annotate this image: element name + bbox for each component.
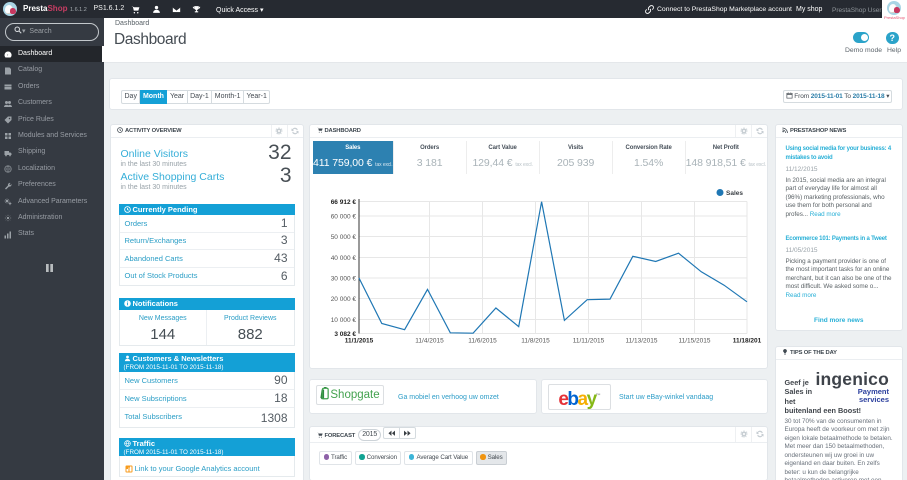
svg-text:Sales: Sales	[726, 190, 743, 197]
svg-text:11/4/2015: 11/4/2015	[415, 338, 444, 345]
svg-text:10 000 €: 10 000 €	[331, 317, 357, 324]
svg-text:11/8/2015: 11/8/2015	[521, 338, 550, 345]
svg-text:60 000 €: 60 000 €	[331, 214, 357, 221]
svg-text:20 000 €: 20 000 €	[331, 296, 357, 303]
svg-text:11/6/2015: 11/6/2015	[468, 338, 497, 345]
svg-text:11/11/2015: 11/11/2015	[573, 338, 605, 345]
svg-text:11/13/2015: 11/13/2015	[625, 338, 657, 345]
svg-text:30 000 €: 30 000 €	[331, 276, 357, 283]
svg-text:40 000 €: 40 000 €	[331, 255, 357, 262]
svg-text:11/1/2015: 11/1/2015	[345, 338, 374, 345]
svg-text:66 912 €: 66 912 €	[331, 199, 357, 206]
svg-text:11/18/201: 11/18/201	[733, 338, 762, 345]
svg-text:50 000 €: 50 000 €	[331, 234, 357, 241]
svg-text:11/15/2015: 11/15/2015	[678, 338, 710, 345]
